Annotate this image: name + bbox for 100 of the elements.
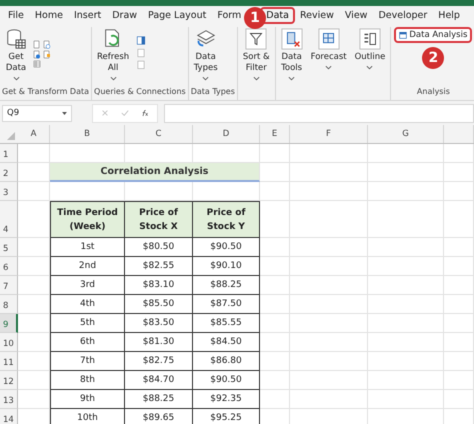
check-icon[interactable] bbox=[121, 109, 129, 117]
empty-cell[interactable] bbox=[290, 257, 368, 276]
empty-cell[interactable] bbox=[368, 144, 444, 163]
empty-cell[interactable] bbox=[290, 390, 368, 409]
empty-cell[interactable] bbox=[368, 352, 444, 371]
empty-cell[interactable] bbox=[260, 201, 290, 238]
empty-cell[interactable] bbox=[368, 257, 444, 276]
empty-cell[interactable] bbox=[444, 314, 474, 333]
empty-cell[interactable] bbox=[368, 314, 444, 333]
empty-cell[interactable] bbox=[368, 182, 444, 201]
formula-field[interactable] bbox=[164, 104, 474, 122]
ribbon-button[interactable]: Sort & Filter bbox=[240, 27, 273, 87]
empty-cell[interactable] bbox=[444, 201, 474, 238]
ribbon-button[interactable]: Data Types bbox=[190, 27, 221, 87]
row-header[interactable]: 11 bbox=[0, 352, 18, 371]
menu-tab[interactable]: Help bbox=[434, 8, 464, 22]
empty-cell[interactable] bbox=[368, 333, 444, 352]
empty-cell[interactable] bbox=[444, 257, 474, 276]
row-header[interactable]: 6 bbox=[0, 257, 18, 276]
empty-cell[interactable] bbox=[290, 163, 368, 182]
ribbon-button[interactable]: Forecast bbox=[308, 27, 350, 87]
menu-tab[interactable]: File bbox=[4, 8, 28, 22]
empty-cell[interactable] bbox=[368, 295, 444, 314]
menu-tab[interactable]: View bbox=[340, 8, 372, 22]
row-header[interactable]: 14 bbox=[0, 409, 18, 424]
ribbon-button[interactable]: Get Data bbox=[2, 27, 30, 87]
row-header[interactable]: 13 bbox=[0, 390, 18, 409]
empty-cell[interactable] bbox=[260, 371, 290, 390]
row-header[interactable]: 9 bbox=[0, 314, 18, 333]
row-header[interactable]: 1 bbox=[0, 144, 18, 163]
empty-cell[interactable] bbox=[368, 371, 444, 390]
empty-cell[interactable] bbox=[290, 371, 368, 390]
table-cell: 7th bbox=[50, 352, 125, 371]
row-header[interactable]: 3 bbox=[0, 182, 18, 201]
empty-cell[interactable] bbox=[260, 295, 290, 314]
empty-cell[interactable] bbox=[260, 352, 290, 371]
empty-cell[interactable] bbox=[368, 201, 444, 238]
column-header[interactable]: A bbox=[18, 125, 50, 143]
empty-cell[interactable] bbox=[260, 276, 290, 295]
empty-cell[interactable] bbox=[260, 314, 290, 333]
empty-cell[interactable] bbox=[260, 257, 290, 276]
empty-cell[interactable] bbox=[444, 352, 474, 371]
row-header[interactable]: 8 bbox=[0, 295, 18, 314]
empty-cell[interactable] bbox=[260, 390, 290, 409]
empty-cell[interactable] bbox=[260, 144, 290, 163]
menu-tab[interactable]: Draw bbox=[108, 8, 142, 22]
empty-cell[interactable] bbox=[444, 182, 474, 201]
empty-cell[interactable] bbox=[444, 333, 474, 352]
column-header[interactable]: C bbox=[125, 125, 193, 143]
row-header[interactable]: 5 bbox=[0, 238, 18, 257]
empty-cell[interactable] bbox=[368, 276, 444, 295]
empty-cell[interactable] bbox=[290, 295, 368, 314]
empty-cell[interactable] bbox=[290, 201, 368, 238]
group-label: Data Types bbox=[190, 87, 235, 96]
menu-tab[interactable]: Review bbox=[296, 8, 338, 22]
empty-cell[interactable] bbox=[444, 295, 474, 314]
column-header[interactable]: B bbox=[50, 125, 125, 143]
empty-cell[interactable] bbox=[290, 333, 368, 352]
menu-tab[interactable]: Insert bbox=[70, 8, 106, 22]
row-header[interactable]: 10 bbox=[0, 333, 18, 352]
column-header[interactable]: E bbox=[260, 125, 290, 143]
ribbon-button[interactable]: Data Tools bbox=[278, 27, 306, 87]
empty-cell[interactable] bbox=[290, 352, 368, 371]
empty-cell[interactable] bbox=[444, 144, 474, 163]
function-icon[interactable] bbox=[141, 109, 149, 117]
empty-cell[interactable] bbox=[290, 238, 368, 257]
empty-cell[interactable] bbox=[368, 163, 444, 182]
empty-cell[interactable] bbox=[368, 390, 444, 409]
empty-cell[interactable] bbox=[368, 238, 444, 257]
empty-cell[interactable] bbox=[290, 314, 368, 333]
row-header[interactable]: 4 bbox=[0, 201, 18, 238]
menu-tab[interactable]: Developer bbox=[374, 8, 432, 22]
cancel-icon[interactable] bbox=[101, 109, 109, 117]
row-header[interactable]: 2 bbox=[0, 163, 18, 182]
menu-tab[interactable]: Page Layout bbox=[144, 8, 210, 22]
empty-cell[interactable] bbox=[260, 238, 290, 257]
data-analysis-button[interactable]: Data Analysis bbox=[396, 29, 470, 41]
column-header[interactable]: G bbox=[368, 125, 444, 143]
empty-cell[interactable] bbox=[260, 333, 290, 352]
table-cell: $89.65 bbox=[125, 409, 193, 424]
column-header[interactable]: F bbox=[290, 125, 368, 143]
column-header[interactable]: D bbox=[193, 125, 260, 143]
name-box[interactable]: Q9 bbox=[2, 104, 72, 122]
menu-tab[interactable]: Form bbox=[213, 8, 246, 22]
empty-cell[interactable] bbox=[444, 238, 474, 257]
empty-cell[interactable] bbox=[444, 390, 474, 409]
ribbon-button[interactable]: Refresh All bbox=[94, 27, 132, 87]
empty-cell[interactable] bbox=[444, 276, 474, 295]
empty-cell[interactable] bbox=[290, 182, 368, 201]
empty-cell[interactable] bbox=[260, 182, 290, 201]
menu-tab[interactable]: Home bbox=[30, 8, 67, 22]
select-all-icon[interactable] bbox=[7, 132, 15, 140]
empty-cell[interactable] bbox=[444, 371, 474, 390]
row-header[interactable]: 7 bbox=[0, 276, 18, 295]
table-cell: 1st bbox=[50, 238, 125, 257]
empty-cell[interactable] bbox=[444, 163, 474, 182]
row-header[interactable]: 12 bbox=[0, 371, 18, 390]
ribbon-button[interactable]: Outline bbox=[352, 27, 388, 87]
empty-cell[interactable] bbox=[290, 144, 368, 163]
empty-cell[interactable] bbox=[290, 276, 368, 295]
